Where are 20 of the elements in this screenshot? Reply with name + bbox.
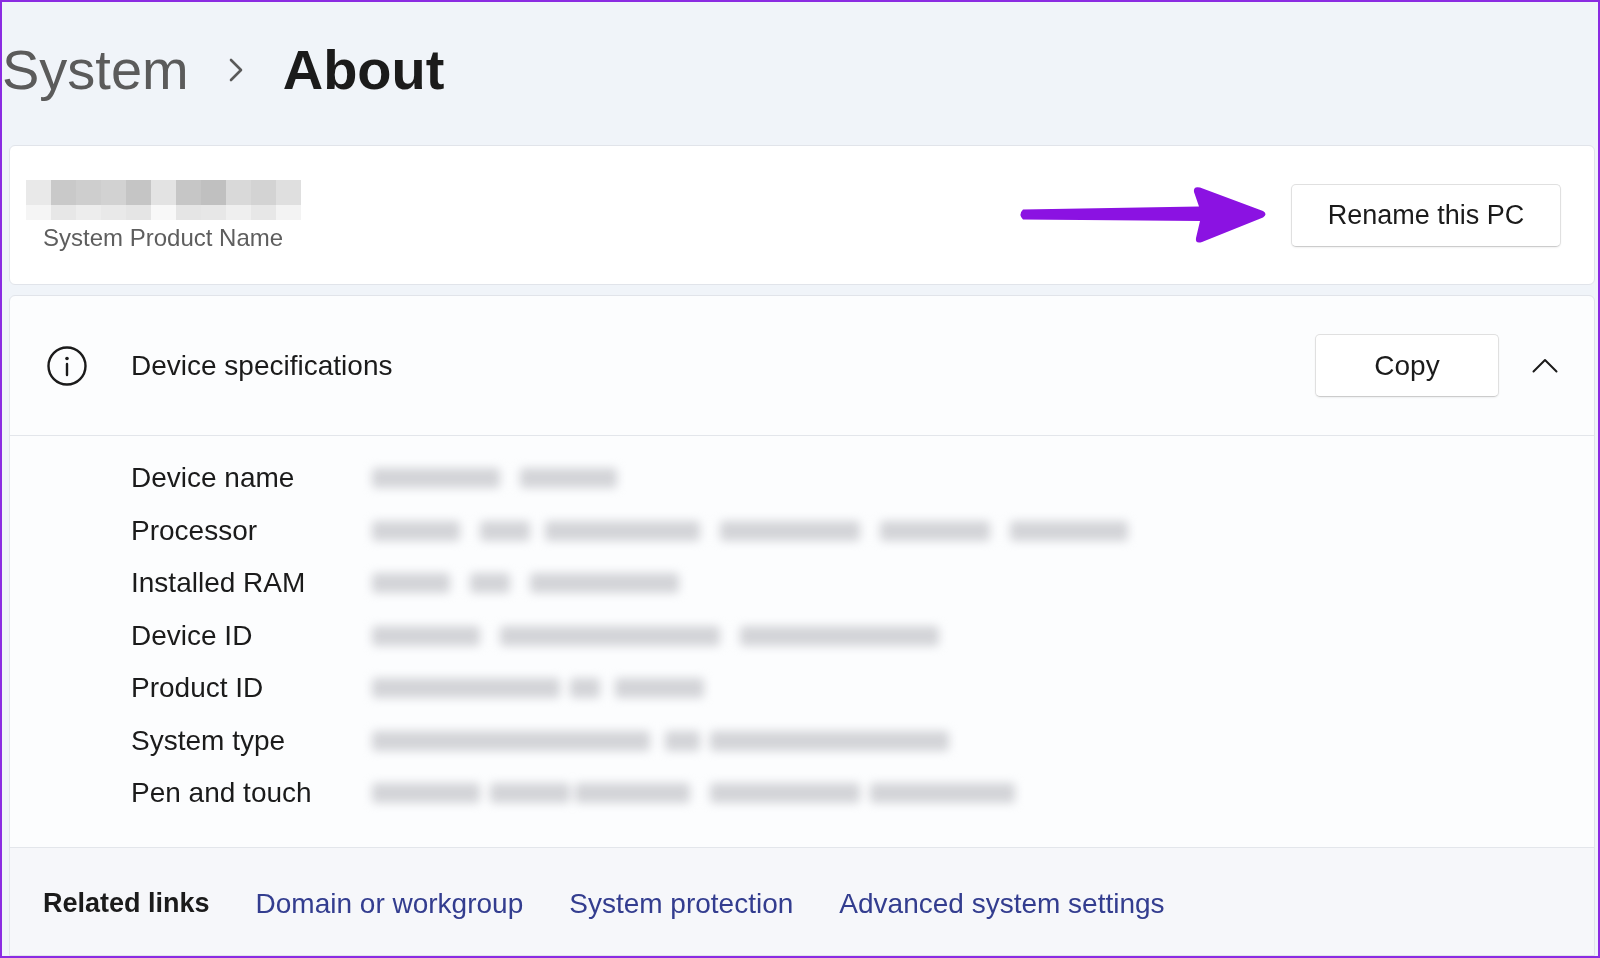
page-title: About: [282, 41, 445, 99]
rename-button[interactable]: Rename this PC: [1291, 183, 1561, 247]
related-links-title: Related links: [43, 886, 210, 920]
spec-label: Pen and touch: [131, 776, 313, 811]
related-link[interactable]: System protection: [569, 885, 794, 922]
copy-button[interactable]: Copy: [1315, 334, 1499, 397]
related-link[interactable]: Domain or workgroup: [255, 885, 524, 922]
chevron-up-icon[interactable]: [1532, 358, 1558, 373]
info-icon: [47, 345, 87, 386]
related-link[interactable]: Advanced system settings: [839, 885, 1165, 922]
spec-label: Processor: [131, 513, 259, 548]
spec-label: Product ID: [131, 671, 265, 706]
device-subtitle: System Product Name: [43, 224, 285, 252]
spec-label: Device name: [131, 461, 296, 496]
breadcrumb-link[interactable]: System: [2, 41, 189, 99]
spec-label: Installed RAM: [131, 566, 307, 601]
spec-label: Device ID: [131, 618, 254, 653]
chevron-right-icon: [228, 58, 243, 82]
spec-label: System type: [131, 723, 287, 758]
section-title: Device specifications: [131, 348, 393, 383]
